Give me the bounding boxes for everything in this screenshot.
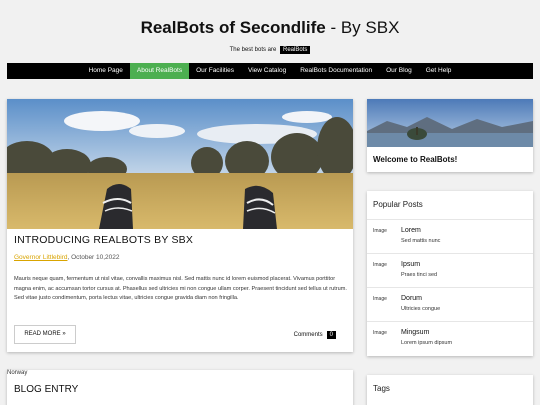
list-item[interactable]: Image Mingsum Lorem ipsum dipsum <box>367 321 533 355</box>
tagline: The best bots are RealBots <box>0 46 540 54</box>
popular-post-image: Image <box>373 262 387 268</box>
popular-post-subtitle: Lorem ipsum dipsum <box>401 340 453 346</box>
comments-count-badge: 0 <box>326 331 336 339</box>
list-item[interactable]: Image Lorem Sed mattis nunc <box>367 219 533 253</box>
popular-post-image: Image <box>373 330 387 336</box>
tagline-badge: RealBots <box>280 46 311 54</box>
blog-entry-image: Norway <box>7 370 28 376</box>
read-more-button[interactable]: READ MORE » <box>14 325 76 344</box>
site-title-suffix: - By SBX <box>325 18 400 37</box>
list-item[interactable]: Image Dorum Ultricies congue <box>367 287 533 321</box>
tags-heading: Tags <box>373 384 390 393</box>
post-author-link[interactable]: Governor Littlebird <box>14 254 67 261</box>
nav-item-documentation[interactable]: RealBots Documentation <box>293 63 379 79</box>
popular-post-subtitle: Ultricies congue <box>401 306 441 312</box>
post-body: Mauris neque quam, fermentum ut nisl vit… <box>14 276 347 302</box>
post-title[interactable]: INTRODUCING REALBOTS BY SBX <box>14 234 193 246</box>
nav-item-help[interactable]: Get Help <box>419 63 459 79</box>
post-meta: Governor Littlebird, October 10,2022 <box>14 254 120 261</box>
popular-post-title[interactable]: Lorem <box>401 227 421 234</box>
site-title: RealBots of Secondlife - By SBX <box>0 18 540 38</box>
popular-post-image: Image <box>373 296 387 302</box>
main-nav: Home Page About RealBots Our Facilities Vie… <box>7 63 533 79</box>
blog-entry-card: Norway BLOG ENTRY <box>7 370 353 405</box>
popular-post-title[interactable]: Mingsum <box>401 329 429 336</box>
comments-label: Comments <box>293 332 323 338</box>
popular-post-subtitle: Sed mattis nunc <box>401 238 441 244</box>
nav-item-about[interactable]: About RealBots <box>129 63 190 79</box>
nav-item-home[interactable]: Home Page <box>82 63 130 79</box>
welcome-image <box>367 99 533 147</box>
comments[interactable]: Comments 0 <box>294 331 336 339</box>
site-header: RealBots of Secondlife - By SBX The best… <box>0 0 540 62</box>
blog-entry-title[interactable]: BLOG ENTRY <box>14 384 78 395</box>
list-item[interactable]: Image Ipsum Praes tinci sed <box>367 253 533 287</box>
welcome-title: Welcome to RealBots! <box>373 155 458 164</box>
nav-item-catalog[interactable]: View Catalog <box>241 63 293 79</box>
popular-post-image: Image <box>373 228 387 234</box>
tags-card: Tags <box>367 375 533 405</box>
nav-item-blog[interactable]: Our Blog <box>379 63 419 79</box>
popular-post-title[interactable]: Ipsum <box>401 261 420 268</box>
popular-post-subtitle: Praes tinci sed <box>401 272 438 278</box>
site-title-main: RealBots of Secondlife <box>140 18 326 37</box>
nav-item-facilities[interactable]: Our Facilities <box>189 63 241 79</box>
tagline-text: The best bots are <box>229 47 277 53</box>
popular-post-title[interactable]: Dorum <box>401 295 422 302</box>
post-hero-image <box>7 99 353 229</box>
popular-posts-card: Popular Posts Image Lorem Sed mattis nun… <box>367 191 533 356</box>
post-card: INTRODUCING REALBOTS BY SBX Governor Lit… <box>7 99 353 352</box>
welcome-card: Welcome to RealBots! <box>367 99 533 172</box>
popular-posts-heading: Popular Posts <box>373 200 423 209</box>
post-date: , October 10,2022 <box>67 254 120 261</box>
